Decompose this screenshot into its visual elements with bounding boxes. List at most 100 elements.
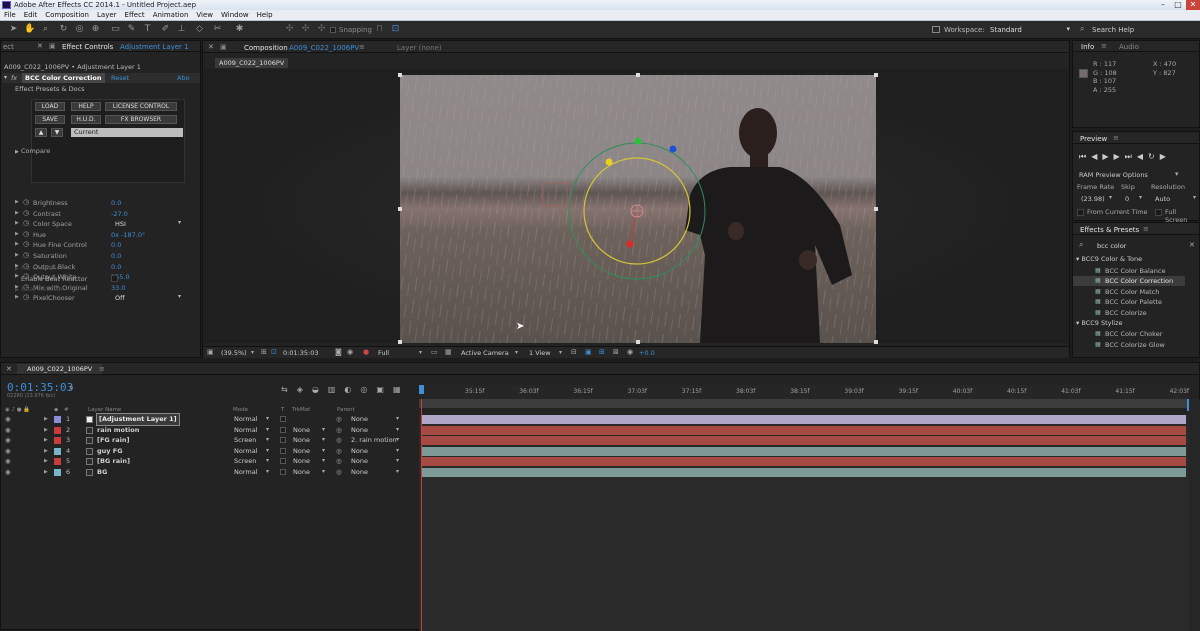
from-current-time-checkbox[interactable] [1077,209,1084,216]
param-value[interactable]: 0.0 [111,263,121,271]
param-row[interactable]: ▶ ◷ Hue Fine Control 0.0 [1,240,201,250]
always-preview-icon[interactable]: ▣ [207,348,214,356]
transform-handle[interactable] [398,340,402,344]
param-row[interactable]: ▶ ◷ Hue 0x -187.0° [1,230,201,240]
param-value[interactable]: 0.0 [111,241,121,249]
draft-3d-icon[interactable]: ◈ [297,385,312,394]
stopwatch-icon[interactable]: ◷ [23,240,29,248]
motion-blur-icon[interactable]: ◐ [344,385,360,394]
current-time-display[interactable]: 0:01:35:03 [283,349,319,357]
param-row[interactable]: ▶ ◷ PixelChooser Off ▾ [1,293,201,303]
panel-menu-icon[interactable]: ≡ [359,43,365,51]
toggle-pixel-aspect-icon[interactable]: ⊟ [571,348,577,356]
transform-handle[interactable] [636,73,640,77]
expand-triangle-icon[interactable]: ▶ [15,241,19,247]
zoom-tool-icon[interactable]: ⌕ [40,24,51,35]
effect-item[interactable]: ▦ BCC Color Correction [1073,276,1185,287]
preserve-transparency-checkbox[interactable] [280,447,286,454]
param-value[interactable]: Off [115,294,125,302]
param-row[interactable]: ▶ ◷ Color Space HSI ▾ [1,219,201,229]
layer-row[interactable]: ◉ ▶ 4 guy FG Normal ▾ None ▾ ◎ None ▾ [0,446,1200,457]
snapping-checkbox[interactable] [330,27,336,33]
search-help-input[interactable]: Search Help [1092,26,1134,34]
label-color[interactable] [54,447,61,455]
eye-icon[interactable]: ◉ [5,456,11,467]
effect-category[interactable]: ▾ BCC9 Stylize [1076,319,1123,327]
eye-icon[interactable]: ◉ [5,446,11,457]
tab-info[interactable]: Info [1081,43,1094,51]
menu-window[interactable]: Window [221,10,249,21]
hand-tool-icon[interactable]: ✋ [24,24,35,35]
presets-docs-label[interactable]: Effect Presets & Docs [15,85,85,93]
param-row[interactable]: ▶ ◷ Contrast -27.0 [1,209,201,219]
tab-effect-controls[interactable]: Effect Controls [62,43,113,51]
next-frame-icon[interactable]: ▶ [1114,152,1125,161]
layer-mode[interactable]: Normal [234,446,258,457]
work-area-bar[interactable] [419,399,1189,408]
param-value[interactable]: 0.0 [111,252,121,260]
expand-triangle-icon[interactable]: ▶ [44,446,48,457]
layer-name[interactable]: [FG rain] [97,435,129,446]
menu-view[interactable]: View [196,10,213,21]
effect-item[interactable]: ▦ BCC Color Match [1073,287,1185,297]
render-icon[interactable]: ▦ [393,385,410,394]
roto-brush-tool-icon[interactable]: ✂ [212,24,223,35]
layer-name[interactable]: rain motion [97,425,139,436]
close-icon[interactable]: ✕ [37,42,43,50]
expand-triangle-icon[interactable]: ▶ [44,435,48,446]
selection-tool-icon[interactable]: ➤ [8,24,19,35]
param-row[interactable]: ▶ ◷ Brightness 0.0 [1,198,201,208]
reset-link[interactable]: Reset [111,74,129,82]
tab-audio[interactable]: Audio [1119,43,1139,51]
effect-item[interactable]: ▦ BCC Color Palette [1073,297,1185,307]
panel-menu-icon[interactable]: ≡ [1113,134,1119,142]
transform-handle[interactable] [398,73,402,77]
camera-tool-icon[interactable]: ◎ [74,24,85,35]
exposure-value[interactable]: +0.0 [639,349,655,357]
search-icon[interactable]: ⌕ [69,383,74,393]
panel-menu-icon[interactable]: ≡ [1101,42,1107,50]
stopwatch-icon[interactable]: ◷ [23,293,29,301]
eye-icon[interactable]: ◉ [5,414,11,425]
menu-layer[interactable]: Layer [97,10,117,21]
layer-name[interactable]: [BG rain] [97,456,130,467]
view-layout-select[interactable]: 1 View [529,349,551,357]
effect-item[interactable]: ▦ BCC Color Choker [1073,329,1185,339]
preset-down-icon[interactable]: ▼ [51,128,63,137]
channel-icon[interactable]: ● [363,348,369,356]
param-value[interactable]: 0.0 [111,199,121,207]
preserve-transparency-checkbox[interactable] [280,437,286,444]
effect-category[interactable]: ▾ BCC9 Color & Tone [1076,255,1142,263]
preserve-transparency-checkbox[interactable] [280,458,286,465]
rotate-tool-icon[interactable]: ↻ [58,24,69,35]
tab-project-partial[interactable]: ect [3,43,14,51]
enable-beat-reactor-row[interactable]: Enable Beat Reactor [21,275,87,283]
preserve-transparency-checkbox[interactable] [280,426,286,433]
eye-icon[interactable]: ◉ [5,435,11,446]
full-screen-checkbox[interactable] [1155,209,1162,216]
label-color[interactable] [54,458,61,466]
pickwhip-icon[interactable]: ◎ [336,425,342,436]
layer-duration-bar[interactable] [422,457,1186,467]
stopwatch-icon[interactable]: ◷ [23,251,29,259]
comp-frame[interactable] [400,75,876,343]
resolution-select[interactable]: Full [378,349,389,357]
frame-blending-icon[interactable]: ▥ [328,385,345,394]
menu-file[interactable]: File [4,10,16,21]
grid-icon[interactable]: ⊡ [271,348,277,356]
transparency-grid-icon[interactable]: ▦ [445,348,452,356]
layer-duration-bar[interactable] [422,446,1186,456]
region-of-interest-icon[interactable]: ▭ [431,348,438,356]
workspace-select[interactable]: Standard ▾ [986,24,1072,36]
preserve-transparency-checkbox[interactable] [280,469,286,475]
expand-triangle-icon[interactable]: ▶ [44,467,48,478]
layer-parent[interactable]: 2. rain motion [351,435,397,446]
panel-menu-icon[interactable]: ≡ [99,365,105,373]
save-button[interactable]: SAVE [35,115,65,124]
transform-handle[interactable] [874,340,878,344]
effects-search-input[interactable]: bcc color [1097,242,1126,250]
preserve-transparency-checkbox[interactable] [280,416,286,422]
layer-mode[interactable]: Normal [234,467,258,478]
stopwatch-icon[interactable]: ◷ [23,209,29,217]
param-row[interactable]: ▶ ◷ Saturation 0.0 [1,251,201,261]
